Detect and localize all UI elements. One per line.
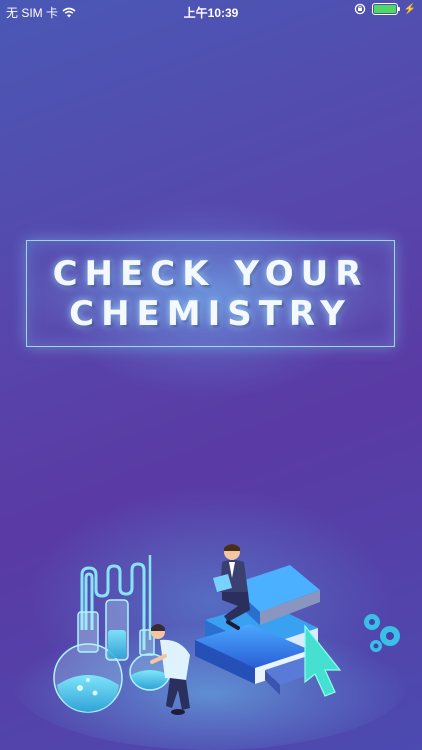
status-bar: 无 SIM 卡 上午10:39 ⚡: [0, 0, 422, 22]
app-title-line-1: CHECK YOUR: [52, 253, 369, 294]
battery-icon: [371, 3, 400, 15]
status-right: ⚡: [354, 3, 416, 15]
battery-tip: [397, 7, 400, 11]
chemistry-lab-illustration: [10, 544, 410, 750]
lock-rotation-icon: [354, 3, 366, 15]
app-title-frame: CHECK YOUR CHEMISTRY: [26, 240, 395, 347]
app-title-line-2: CHEMISTRY: [69, 293, 352, 334]
battery-level: [373, 5, 396, 13]
test-tube-icon: [105, 599, 129, 661]
charging-icon: ⚡: [403, 3, 416, 15]
